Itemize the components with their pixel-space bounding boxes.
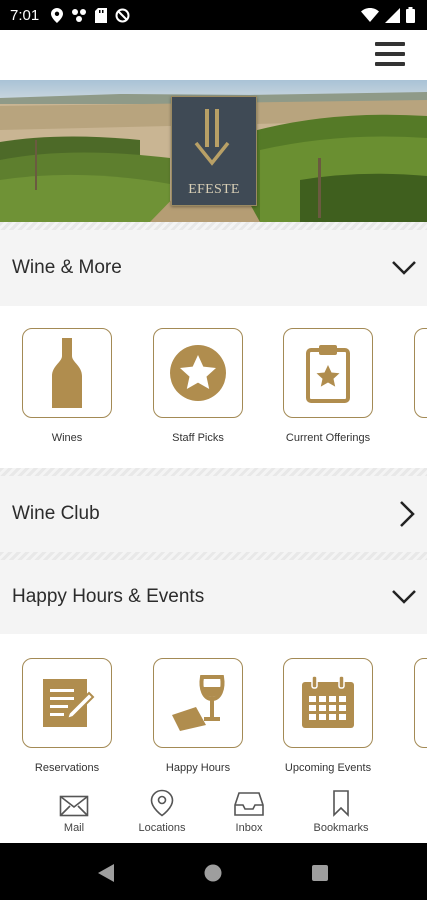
sd-card-icon bbox=[95, 7, 108, 23]
chevron-down-icon bbox=[392, 590, 416, 604]
section-divider bbox=[0, 468, 427, 476]
tab-label: Locations bbox=[138, 822, 186, 834]
tile-label: Wines bbox=[51, 432, 83, 444]
tile-reservations[interactable]: Reservations bbox=[22, 658, 112, 774]
tile-label: Current Offerings bbox=[285, 432, 371, 444]
tab-mail[interactable]: Mail bbox=[39, 789, 109, 834]
section-divider bbox=[0, 552, 427, 560]
inbox-icon bbox=[234, 792, 264, 816]
status-bar: 7:01 bbox=[0, 0, 427, 30]
tile-wines[interactable]: Wines bbox=[22, 328, 112, 444]
battery-icon bbox=[406, 7, 415, 23]
brand-name: EFESTE bbox=[188, 182, 240, 197]
tile-label: Happy Hours bbox=[165, 762, 231, 774]
section-title: Happy Hours & Events bbox=[12, 586, 205, 607]
tab-bookmarks[interactable]: Bookmarks bbox=[306, 789, 376, 834]
tile-upcoming-events[interactable]: Upcoming Events bbox=[283, 658, 373, 774]
tab-label: Mail bbox=[63, 822, 85, 834]
tile-staff-picks[interactable]: Staff Picks bbox=[153, 328, 243, 444]
back-icon[interactable] bbox=[97, 863, 115, 883]
wine-glass-ticket-icon bbox=[172, 675, 225, 731]
status-icons-right bbox=[361, 7, 415, 23]
status-icons-left bbox=[51, 7, 130, 23]
tile-partial[interactable] bbox=[414, 658, 427, 748]
logo-mark-icon bbox=[194, 109, 230, 166]
bottom-tab-bar: Mail Locations Inbox Bookmarks bbox=[0, 783, 427, 843]
fan-icon bbox=[72, 8, 87, 22]
section-header-wine-more[interactable]: Wine & More bbox=[0, 230, 427, 306]
section-title: Wine Club bbox=[12, 503, 100, 524]
wifi-icon bbox=[361, 8, 379, 22]
tile-current-offerings[interactable]: Current Offerings bbox=[283, 328, 373, 444]
chevron-right-icon bbox=[400, 501, 415, 527]
tile-label: Reservations bbox=[34, 762, 100, 774]
system-nav-bar bbox=[0, 843, 427, 900]
section-header-happy-hours[interactable]: Happy Hours & Events bbox=[0, 560, 427, 634]
chevron-down-icon bbox=[392, 261, 416, 275]
tile-label: Staff Picks bbox=[172, 432, 224, 444]
section-header-wine-club[interactable]: Wine Club bbox=[0, 476, 427, 552]
section-divider bbox=[0, 222, 427, 230]
wine-bottle-icon bbox=[52, 338, 82, 408]
recents-icon[interactable] bbox=[312, 865, 328, 881]
app-bar bbox=[0, 30, 427, 80]
tile-partial[interactable] bbox=[414, 328, 427, 418]
hero-banner: EFESTE bbox=[0, 80, 427, 222]
home-icon[interactable] bbox=[204, 864, 222, 882]
tab-locations[interactable]: Locations bbox=[127, 789, 197, 834]
hamburger-menu-icon[interactable] bbox=[375, 42, 405, 68]
notepad-pen-icon bbox=[43, 679, 95, 727]
do-not-disturb-icon bbox=[115, 8, 130, 22]
tile-happy-hours[interactable]: Happy Hours bbox=[153, 658, 243, 774]
bookmark-icon bbox=[333, 790, 349, 817]
happy-hours-tiles: Reservations Happy Hours Upcoming Events bbox=[0, 634, 427, 783]
signal-icon bbox=[385, 7, 400, 23]
brand-logo: EFESTE bbox=[171, 96, 257, 206]
status-time: 7:01 bbox=[10, 6, 40, 24]
wine-more-tiles: Wines Staff Picks Current Offerings bbox=[0, 306, 427, 468]
tab-label: Bookmarks bbox=[313, 822, 369, 834]
mail-icon bbox=[59, 795, 89, 817]
tab-inbox[interactable]: Inbox bbox=[214, 789, 284, 834]
clipboard-star-icon bbox=[306, 345, 350, 403]
calendar-icon bbox=[302, 675, 354, 728]
location-icon bbox=[51, 7, 64, 23]
tab-label: Inbox bbox=[235, 822, 263, 834]
section-title: Wine & More bbox=[12, 257, 122, 278]
tile-label: Upcoming Events bbox=[284, 762, 372, 774]
location-pin-icon bbox=[150, 789, 174, 817]
star-badge-icon bbox=[170, 345, 226, 401]
